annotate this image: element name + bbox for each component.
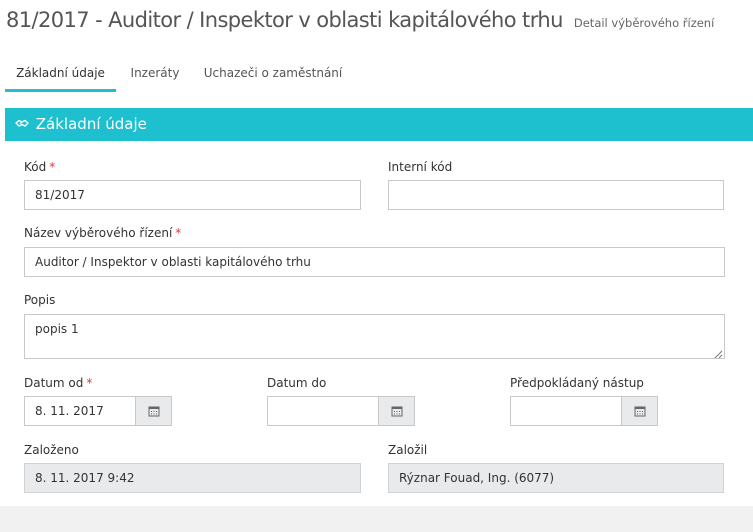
required-mark: * <box>86 376 93 390</box>
zalozil-label: Založil <box>388 443 428 457</box>
tab-zakladni-udaje[interactable]: Základní údaje <box>5 58 116 92</box>
popis-label: Popis <box>24 293 56 307</box>
panel-header: Základní údaje <box>5 108 753 141</box>
calendar-icon <box>148 406 159 417</box>
popis-text: popis 1 <box>35 322 79 336</box>
datum-od-calendar-button[interactable] <box>136 396 172 426</box>
datum-do-calendar-button[interactable] <box>379 396 415 426</box>
calendar-icon <box>634 406 645 417</box>
page-header: 81/2017 - Auditor / Inspektor v oblasti … <box>6 8 714 32</box>
zalozeno-label: Založeno <box>24 443 79 457</box>
kod-label-text: Kód <box>24 160 47 174</box>
datum-do-input[interactable] <box>267 396 379 426</box>
tab-uchazeci[interactable]: Uchazeči o zaměstnání <box>197 58 349 92</box>
nastup-calendar-button[interactable] <box>622 396 658 426</box>
calendar-icon <box>391 406 402 417</box>
page-title: 81/2017 - Auditor / Inspektor v oblasti … <box>6 8 563 32</box>
required-mark: * <box>175 226 182 240</box>
page-subtitle: Detail výběrového řízení <box>573 16 715 30</box>
datum-od-label: Datum od * <box>24 376 92 390</box>
nazev-input[interactable]: Auditor / Inspektor v oblasti kapitálové… <box>24 247 725 277</box>
interni-kod-label: Interní kód <box>388 160 453 174</box>
required-mark: * <box>49 160 56 174</box>
interni-kod-input[interactable] <box>388 180 724 210</box>
panel-footer-area <box>0 506 753 532</box>
zalozil-field: Rýznar Fouad, Ing. (6077) <box>388 463 724 493</box>
nazev-label: Název výběrového řízení * <box>24 226 181 240</box>
handshake-icon <box>15 109 29 127</box>
nastup-label: Předpokládaný nástup <box>510 376 644 390</box>
popis-textarea[interactable]: popis 1 <box>24 314 725 359</box>
zalozeno-field: 8. 11. 2017 9:42 <box>24 463 361 493</box>
datum-do-label: Datum do <box>267 376 327 390</box>
nazev-label-text: Název výběrového řízení <box>24 226 173 240</box>
tab-inzeraty[interactable]: Inzeráty <box>119 58 191 92</box>
datum-od-input[interactable]: 8. 11. 2017 <box>24 396 136 426</box>
basic-info-panel: Základní údaje Kód * 81/2017 Interní kód … <box>5 108 753 506</box>
datum-od-label-text: Datum od <box>24 376 84 390</box>
panel-title: Základní údaje <box>35 115 147 133</box>
nastup-input[interactable] <box>510 396 622 426</box>
resize-handle-icon[interactable] <box>714 348 723 358</box>
kod-label: Kód * <box>24 160 55 174</box>
kod-input[interactable]: 81/2017 <box>24 180 361 210</box>
